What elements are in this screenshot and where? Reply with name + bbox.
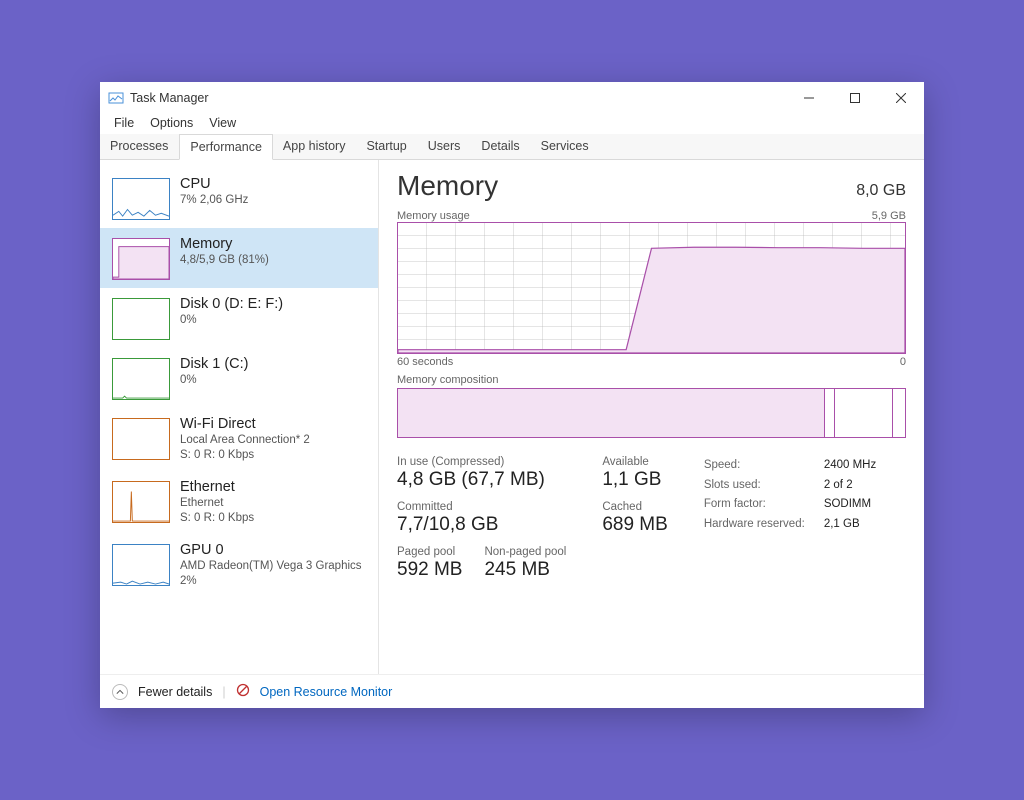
open-resource-monitor-link[interactable]: Open Resource Monitor — [260, 685, 393, 699]
memory-capacity: 8,0 GB — [856, 182, 906, 200]
tab-details[interactable]: Details — [471, 134, 530, 159]
sidebar-item-disk0[interactable]: Disk 0 (D: E: F:) 0% — [100, 288, 378, 348]
available-label: Available — [602, 456, 667, 468]
paged-value: 592 MB — [397, 559, 462, 581]
in-use-label: In use (Compressed) — [397, 456, 566, 468]
form-label: Form factor: — [704, 495, 824, 515]
sidebar-cpu-title: CPU — [180, 176, 248, 192]
cpu-thumb — [112, 178, 170, 220]
sidebar-item-disk1[interactable]: Disk 1 (C:) 0% — [100, 348, 378, 408]
disk1-thumb — [112, 358, 170, 400]
task-manager-window: Task Manager File Options View Processes… — [100, 82, 924, 708]
disk0-thumb — [112, 298, 170, 340]
wifi-thumb — [112, 418, 170, 460]
comp-seg-free — [892, 389, 905, 437]
chevron-up-icon[interactable] — [112, 684, 128, 700]
sidebar-gpu-sub2: 2% — [180, 574, 362, 589]
tab-processes[interactable]: Processes — [100, 134, 179, 159]
comp-seg-modified — [824, 389, 834, 437]
available-value: 1,1 GB — [602, 469, 667, 491]
tabbar: Processes Performance App history Startu… — [100, 134, 924, 160]
divider: | — [222, 685, 225, 699]
menu-view[interactable]: View — [203, 114, 242, 132]
sidebar-gpu-title: GPU 0 — [180, 542, 362, 558]
comp-seg-standby — [834, 389, 892, 437]
gpu-thumb — [112, 544, 170, 586]
ethernet-thumb — [112, 481, 170, 523]
sidebar-item-memory[interactable]: Memory 4,8/5,9 GB (81%) — [100, 228, 378, 288]
memory-chart[interactable] — [397, 222, 906, 354]
slots-value: 2 of 2 — [824, 476, 884, 496]
composition-bar[interactable] — [397, 388, 906, 438]
sidebar-wifi-title: Wi-Fi Direct — [180, 416, 310, 432]
footer: Fewer details | Open Resource Monitor — [100, 674, 924, 708]
speed-label: Speed: — [704, 456, 824, 476]
sidebar-disk0-title: Disk 0 (D: E: F:) — [180, 296, 283, 312]
chart-title: Memory usage — [397, 210, 470, 222]
sidebar-disk0-sub: 0% — [180, 313, 283, 328]
hwres-label: Hardware reserved: — [704, 515, 824, 535]
sidebar-gpu-sub: AMD Radeon(TM) Vega 3 Graphics — [180, 559, 362, 574]
sidebar-memory-sub: 4,8/5,9 GB (81%) — [180, 253, 269, 268]
committed-value: 7,7/10,8 GB — [397, 514, 566, 536]
sidebar-item-gpu[interactable]: GPU 0 AMD Radeon(TM) Vega 3 Graphics 2% — [100, 534, 378, 597]
tab-users[interactable]: Users — [418, 134, 472, 159]
memory-chart-svg — [398, 223, 905, 353]
fewer-details-button[interactable]: Fewer details — [138, 685, 212, 699]
page-title: Memory — [397, 170, 498, 202]
comp-title: Memory composition — [397, 374, 498, 386]
menubar: File Options View — [100, 114, 924, 134]
speed-value: 2400 MHz — [824, 456, 884, 476]
cached-label: Cached — [602, 501, 667, 513]
tab-performance[interactable]: Performance — [179, 134, 273, 160]
nonpaged-label: Non-paged pool — [484, 546, 566, 558]
minimize-button[interactable] — [786, 82, 832, 114]
comp-seg-in-use — [398, 389, 824, 437]
slots-label: Slots used: — [704, 476, 824, 496]
sidebar-wifi-sub2: S: 0 R: 0 Kbps — [180, 448, 310, 463]
menu-file[interactable]: File — [108, 114, 140, 132]
tab-app-history[interactable]: App history — [273, 134, 357, 159]
close-button[interactable] — [878, 82, 924, 114]
menu-options[interactable]: Options — [144, 114, 199, 132]
sidebar-item-ethernet[interactable]: Ethernet Ethernet S: 0 R: 0 Kbps — [100, 471, 378, 534]
chart-max: 5,9 GB — [872, 210, 906, 222]
titlebar[interactable]: Task Manager — [100, 82, 924, 114]
resource-monitor-icon — [236, 683, 250, 700]
sidebar: CPU 7% 2,06 GHz Memory 4,8/5,9 GB (81%) … — [100, 160, 378, 674]
tab-services[interactable]: Services — [531, 134, 600, 159]
memory-thumb — [112, 238, 170, 280]
maximize-button[interactable] — [832, 82, 878, 114]
hwres-value: 2,1 GB — [824, 515, 884, 535]
content: CPU 7% 2,06 GHz Memory 4,8/5,9 GB (81%) … — [100, 160, 924, 674]
chart-xleft: 60 seconds — [397, 356, 453, 368]
sidebar-cpu-sub: 7% 2,06 GHz — [180, 193, 248, 208]
sidebar-item-cpu[interactable]: CPU 7% 2,06 GHz — [100, 168, 378, 228]
window-title: Task Manager — [130, 91, 786, 105]
chart-xright: 0 — [900, 356, 906, 368]
sidebar-disk1-title: Disk 1 (C:) — [180, 356, 248, 372]
sidebar-disk1-sub: 0% — [180, 373, 248, 388]
sidebar-eth-title: Ethernet — [180, 479, 254, 495]
app-icon — [108, 90, 124, 106]
sidebar-wifi-sub: Local Area Connection* 2 — [180, 433, 310, 448]
tab-startup[interactable]: Startup — [356, 134, 417, 159]
form-value: SODIMM — [824, 495, 884, 515]
sidebar-eth-sub: Ethernet — [180, 496, 254, 511]
main-panel: Memory 8,0 GB Memory usage 5,9 GB 60 sec… — [378, 160, 924, 674]
nonpaged-value: 245 MB — [484, 559, 566, 581]
paged-label: Paged pool — [397, 546, 462, 558]
cached-value: 689 MB — [602, 514, 667, 536]
committed-label: Committed — [397, 501, 566, 513]
spec-list: Speed:2400 MHz Slots used:2 of 2 Form fa… — [704, 456, 884, 591]
sidebar-eth-sub2: S: 0 R: 0 Kbps — [180, 511, 254, 526]
sidebar-memory-title: Memory — [180, 236, 269, 252]
in-use-value: 4,8 GB (67,7 MB) — [397, 469, 566, 491]
sidebar-item-wifi[interactable]: Wi-Fi Direct Local Area Connection* 2 S:… — [100, 408, 378, 471]
